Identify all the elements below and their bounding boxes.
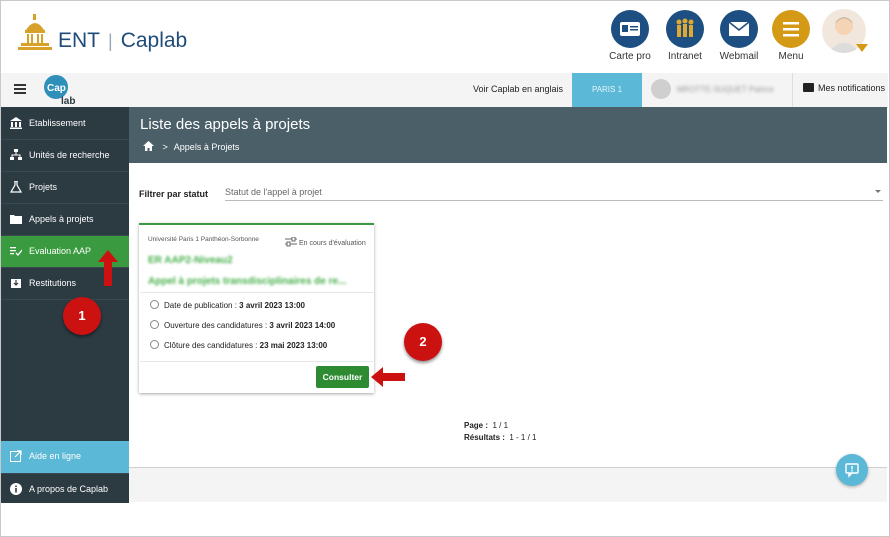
- sidebar-item-label: Etablissement: [29, 118, 86, 128]
- home-icon[interactable]: [143, 141, 154, 151]
- card-university: Université Paris 1 Panthéon-Sorbonne: [148, 236, 259, 243]
- alarm-off-icon: [150, 340, 159, 349]
- menu-button[interactable]: Menu: [761, 10, 821, 62]
- webmail-label: Webmail: [719, 51, 759, 62]
- closing-label: Clôture des candidatures :: [164, 341, 258, 350]
- sidebar-item-label: Aide en ligne: [29, 451, 82, 461]
- sidebar-item-label: Restitutions: [29, 278, 77, 288]
- menu-icon: [772, 10, 810, 48]
- svg-text:lab: lab: [61, 96, 75, 106]
- publication-label: Date de publication :: [164, 301, 237, 310]
- sidebar-item-unites-de-recherche[interactable]: Unités de recherche: [1, 140, 129, 172]
- chevron-down-icon: [875, 190, 881, 193]
- intranet-button[interactable]: Intranet: [655, 10, 715, 62]
- card-title-line1[interactable]: ER AAP2-Niveau2: [148, 255, 233, 266]
- clock-icon: [150, 300, 159, 309]
- notifications-link[interactable]: Mes notifications: [803, 83, 885, 93]
- info-icon: [10, 483, 22, 495]
- hamburger-icon[interactable]: [14, 84, 26, 94]
- checklist-icon: [10, 247, 22, 257]
- caplab-logo-icon[interactable]: Cap lab: [41, 74, 81, 106]
- brand-separator: |: [108, 31, 113, 51]
- avatar-dropdown-icon[interactable]: [856, 44, 868, 52]
- pantheon-logo-icon: [18, 14, 52, 50]
- card-status: En cours d'évaluation: [285, 236, 366, 247]
- page-value: 1 / 1: [492, 421, 509, 430]
- chevron-right-icon: >: [162, 142, 168, 152]
- folder-icon: [10, 215, 22, 224]
- status-filter-placeholder: Statut de l'appel à projet: [225, 187, 322, 197]
- webmail-button[interactable]: Webmail: [709, 10, 769, 62]
- sidebar-item-projets[interactable]: Projets: [1, 172, 129, 204]
- arrow-up-annotation-icon: [98, 250, 118, 286]
- chat-bubble-icon: [803, 83, 814, 92]
- sidebar-item-label: Unités de recherche: [29, 150, 110, 160]
- chat-icon: [845, 463, 859, 478]
- footer-area: [129, 468, 887, 502]
- status-filter-select[interactable]: Statut de l'appel à projet: [225, 183, 883, 201]
- card-opening-date: Ouverture des candidatures : 3 avril 202…: [164, 321, 335, 330]
- brand-ent: ENT: [58, 29, 100, 52]
- carte-pro-label: Carte pro: [609, 51, 651, 62]
- sidebar-item-label: Projets: [29, 182, 58, 192]
- language-link[interactable]: Voir Caplab en anglais: [473, 84, 563, 94]
- card-title-line2[interactable]: Appel à projets transdisciplinaires de r…: [148, 276, 346, 287]
- publication-value: 3 avril 2023 13:00: [239, 301, 306, 310]
- external-link-icon: [10, 450, 22, 462]
- consulter-button[interactable]: Consulter: [316, 366, 369, 388]
- sidebar-item-appels-a-projets[interactable]: Appels à projets: [1, 204, 129, 236]
- menu-label: Menu: [778, 51, 804, 62]
- card-closing-date: Clôture des candidatures : 23 mai 2023 1…: [164, 341, 327, 350]
- sidebar-item-aide-en-ligne[interactable]: Aide en ligne: [1, 441, 129, 474]
- download-box-icon: [11, 279, 21, 288]
- card-footer-divider: [140, 361, 373, 362]
- breadcrumb-current[interactable]: Appels à Projets: [174, 142, 240, 152]
- card-divider: [140, 292, 373, 293]
- page-title: Liste des appels à projets: [140, 116, 311, 133]
- sidebar-item-etablissement[interactable]: Etablissement: [1, 108, 129, 140]
- sidebar-item-a-propos[interactable]: A propos de Caplab: [1, 474, 129, 503]
- people-icon: [666, 10, 704, 48]
- pagination-page: Page : 1 / 1: [464, 421, 508, 430]
- intranet-label: Intranet: [668, 51, 702, 62]
- sliders-icon: [285, 236, 297, 247]
- envelope-icon: [720, 10, 758, 48]
- closing-value: 23 mai 2023 13:00: [259, 341, 328, 350]
- brand-title[interactable]: ENT | Caplab: [58, 29, 187, 53]
- svg-text:Cap: Cap: [47, 83, 66, 94]
- flask-icon: [10, 181, 22, 193]
- sidebar-item-label: Appels à projets: [29, 214, 94, 224]
- breadcrumb: > Appels à Projets: [143, 141, 239, 152]
- page-label: Page :: [464, 421, 489, 430]
- sidebar-item-label: A propos de Caplab: [29, 484, 109, 494]
- notifications-label: Mes notifications: [818, 83, 886, 93]
- annotation-badge-2: 2: [404, 323, 442, 361]
- results-value: 1 - 1 / 1: [509, 433, 537, 442]
- institution-selector[interactable]: PARIS 1: [572, 73, 642, 107]
- brand-caplab: Caplab: [120, 29, 188, 52]
- feedback-chat-button[interactable]: [836, 454, 868, 486]
- bank-icon: [10, 117, 22, 129]
- results-label: Résultats :: [464, 433, 505, 442]
- opening-value: 3 avril 2023 14:00: [269, 321, 336, 330]
- filter-label: Filtrer par statut: [139, 189, 209, 199]
- arrow-left-annotation-icon: [371, 367, 405, 387]
- id-card-icon: [611, 10, 649, 48]
- user-name: MROTTE-SUQUET Patrice: [677, 85, 774, 94]
- card-status-label: En cours d'évaluation: [299, 240, 366, 247]
- opening-label: Ouverture des candidatures :: [164, 321, 268, 330]
- carte-pro-button[interactable]: Carte pro: [600, 10, 660, 62]
- alarm-clock-icon: [150, 320, 159, 329]
- card-publication-date: Date de publication : 3 avril 2023 13:00: [164, 301, 305, 310]
- hierarchy-icon: [10, 149, 22, 160]
- user-avatar-small: [651, 79, 671, 99]
- annotation-badge-1: 1: [63, 297, 101, 335]
- pagination-results: Résultats : 1 - 1 / 1: [464, 433, 536, 442]
- sidebar-item-label: Evaluation AAP: [29, 246, 92, 256]
